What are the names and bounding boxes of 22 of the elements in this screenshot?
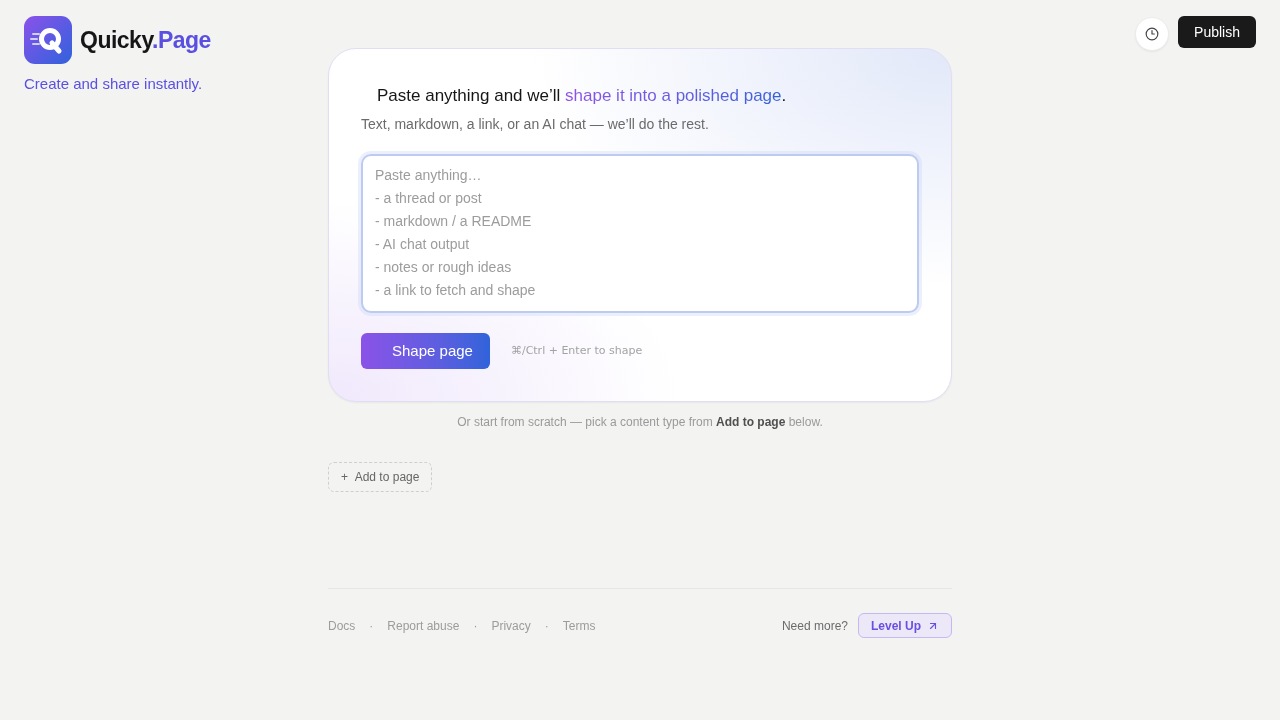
shortcut-hint: ⌘/Ctrl + Enter to shape xyxy=(510,342,643,359)
shape-page-button[interactable]: Shape page xyxy=(361,333,490,369)
footer-link[interactable]: Privacy xyxy=(491,616,531,635)
composer-heading: Paste anything and we’ll shape it into a polished page. xyxy=(376,85,788,107)
publish-button[interactable]: Publish xyxy=(1178,16,1256,48)
dot-separator: · xyxy=(473,617,478,635)
dot-separator: · xyxy=(369,617,374,635)
footer-link[interactable]: Terms xyxy=(562,616,596,635)
composer-subtitle: Text, markdown, a link, or an AI chat — we’ll do the rest. xyxy=(361,115,710,134)
tagline: Create and share instantly. xyxy=(24,74,203,94)
add-to-page-button[interactable]: + Add to page xyxy=(328,462,433,492)
need-more-label: Need more? xyxy=(781,617,848,635)
level-up-button[interactable]: Level Up xyxy=(858,613,952,638)
footer-link[interactable]: Report abuse xyxy=(387,616,460,635)
clock-icon xyxy=(1145,27,1160,41)
footer-link[interactable]: Docs xyxy=(328,616,356,635)
logo-icon xyxy=(24,16,72,64)
clock-button[interactable] xyxy=(1135,17,1170,51)
brand-name: Quicky.Page xyxy=(80,25,211,55)
scratch-note: Or start from scratch — pick a content type from Add to page below. xyxy=(456,414,824,430)
paste-textarea[interactable]: Paste anything… - a thread or post - markdown / a README - AI chat output - notes or rough ideas - a link to fetch and shape xyxy=(361,154,919,313)
dot-separator: · xyxy=(544,617,549,635)
